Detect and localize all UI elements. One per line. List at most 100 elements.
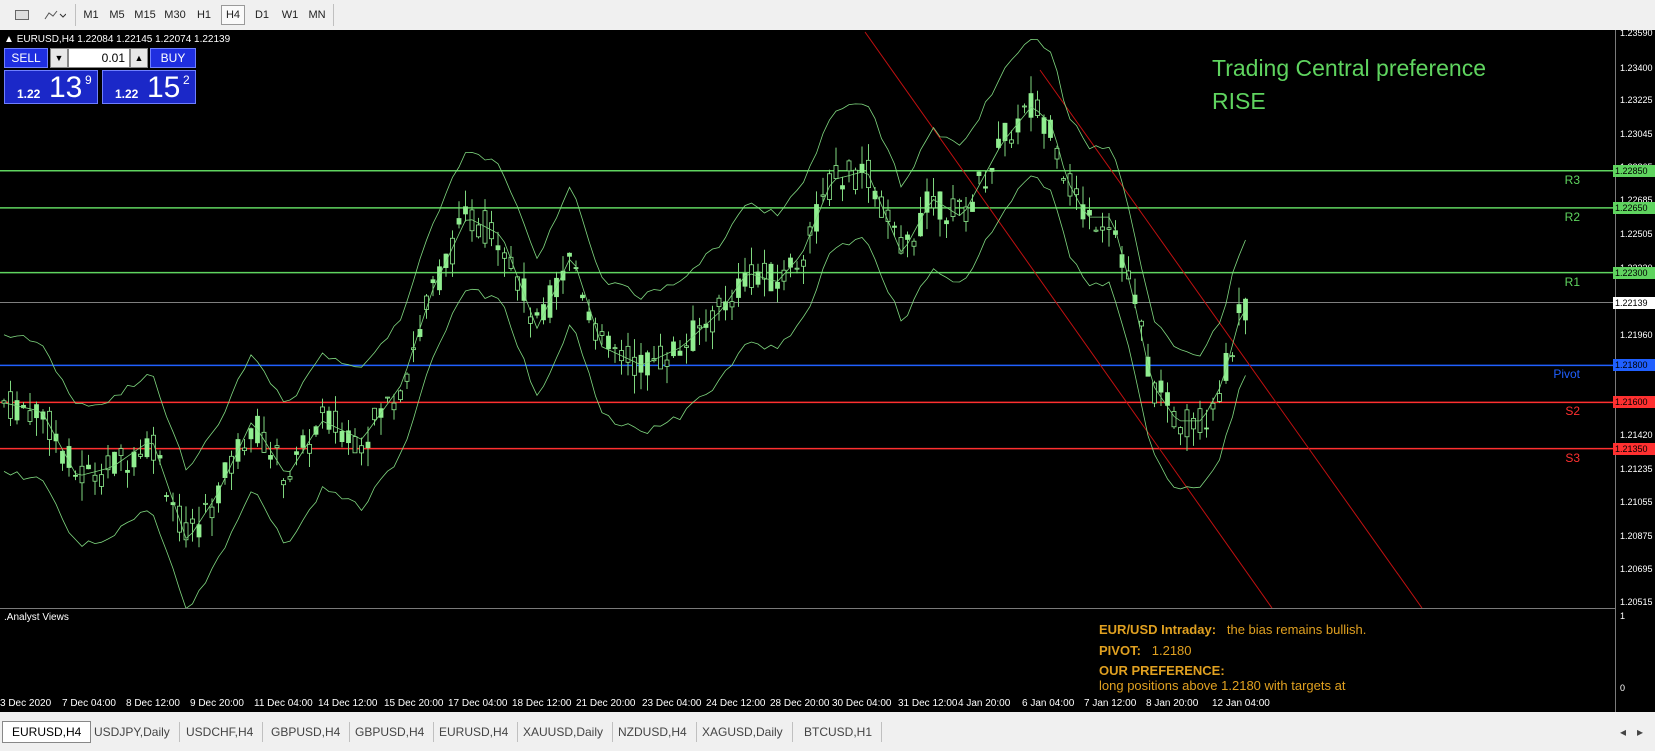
preference-line: OUR PREFERENCE: (1099, 663, 1225, 678)
candle-body (697, 325, 702, 329)
candle-body (385, 396, 390, 399)
one-click-trading-panel: SELL ▼ ▲ BUY 1.22 13 9 1.22 15 2 (4, 48, 196, 104)
collapse-icon[interactable]: ▲ (4, 34, 14, 45)
headline-line-1: Trading Central preference (1212, 55, 1487, 81)
candle-body (632, 356, 637, 376)
candle-body (996, 138, 1001, 148)
price-axis-label: 1.20875 (1620, 530, 1653, 541)
level-name-r3: R3 (1564, 172, 1580, 187)
candle-body (612, 347, 618, 350)
buy-price-box[interactable]: 1.22 15 2 (102, 70, 196, 104)
price-axis-label: 1.23400 (1620, 62, 1653, 73)
candle-body (1236, 304, 1242, 314)
analyst-views-panel: .Analyst Views 1 0 EUR/USD Intraday: the… (0, 608, 1625, 703)
time-axis-label: 17 Dec 04:00 (448, 698, 508, 709)
candle-body (430, 279, 436, 284)
candle-body (359, 445, 364, 454)
price-chart[interactable]: ▲ EURUSD,H4 1.22084 1.22145 1.22074 1.22… (0, 30, 1655, 712)
candle-body (73, 474, 78, 477)
toolbar-separator (333, 4, 334, 26)
candle-body (716, 297, 722, 308)
sell-button[interactable]: SELL (4, 48, 48, 68)
candle-body (1217, 393, 1222, 402)
chart-tab[interactable]: EURUSD,H4 (2, 721, 92, 743)
time-axis-label: 9 Dec 20:00 (190, 698, 244, 709)
intraday-text: the bias remains bullish. (1226, 622, 1367, 637)
candle-body (112, 451, 117, 474)
candle-body (1022, 105, 1027, 108)
level-name-r2: R2 (1564, 209, 1580, 224)
level-price-tag: 1.21800 (1613, 359, 1655, 372)
candle-body (664, 359, 670, 367)
symbol-ohlc: EURUSD,H4 1.22084 1.22145 1.22074 1.2213… (16, 34, 231, 45)
timeframe-h1[interactable]: H1 (193, 5, 215, 25)
time-axis-label: 18 Dec 12:00 (512, 698, 572, 709)
chart-tab[interactable]: USDJPY,Daily (85, 722, 180, 742)
chart-tab[interactable]: USDCHF,H4 (177, 722, 264, 742)
chart-tab[interactable]: BTCUSD,H1 (795, 722, 883, 742)
chart-tab[interactable]: XAGUSD,Daily (693, 722, 793, 742)
level-price-tag: 1.21350 (1613, 442, 1655, 455)
preference-detail: long positions above 1.2180 with targets… (1099, 678, 1346, 693)
timeframe-mn[interactable]: MN (305, 5, 329, 25)
candle-body (502, 252, 507, 259)
candle-body (209, 506, 215, 519)
candle-body (677, 350, 683, 356)
candle-body (339, 430, 345, 443)
time-axis-label: 8 Dec 12:00 (126, 698, 180, 709)
chart-tab[interactable]: GBPUSD,H4 (262, 722, 351, 742)
chart-tab[interactable]: XAUUSD,Daily (514, 722, 614, 742)
tabs-scroll-left-icon[interactable]: ◂ (1620, 722, 1626, 742)
candle-body (1100, 226, 1105, 231)
time-axis-label: 31 Dec 12:00 (898, 698, 958, 709)
candle-body (1230, 355, 1235, 358)
drawing-tools-icon[interactable] (40, 5, 70, 25)
candle-body (1054, 147, 1060, 160)
level-name-s2: S2 (1565, 404, 1580, 419)
candle-body (1106, 227, 1112, 230)
trend-line-upper (864, 31, 1273, 608)
candle-body (60, 450, 65, 464)
candle-body (463, 206, 468, 215)
price-axis-label: 1.20515 (1620, 597, 1653, 608)
candle-body (1243, 298, 1248, 321)
chart-tab[interactable]: NZDUSD,H4 (609, 722, 697, 742)
chart-tab[interactable]: EURUSD,H4 (430, 722, 519, 742)
candle-body (645, 352, 650, 376)
candle-body (1119, 254, 1125, 268)
time-axis-label: 8 Jan 20:00 (1146, 698, 1199, 709)
timeframe-m15[interactable]: M15 (132, 5, 158, 25)
candle-body (1074, 188, 1079, 196)
sell-price-box[interactable]: 1.22 13 9 (4, 70, 98, 104)
indicator-axis-bottom: 0 (1620, 683, 1626, 693)
timeframe-m5[interactable]: M5 (106, 5, 128, 25)
sell-price-prefix: 1.22 (17, 87, 41, 101)
price-axis-label: 1.20695 (1620, 564, 1653, 575)
trading-central-headline: Trading Central preference RISE (1212, 52, 1486, 118)
time-axis-label: 7 Dec 04:00 (62, 698, 116, 709)
chart-window-icon[interactable] (10, 5, 34, 25)
indicator-title: .Analyst Views (4, 612, 69, 623)
candle-body (684, 345, 689, 348)
candle-body (983, 186, 988, 189)
candle-body (970, 201, 975, 212)
tabs-scroll-right-icon[interactable]: ▸ (1637, 722, 1643, 742)
candle-body (333, 410, 338, 433)
timeframe-d1[interactable]: D1 (251, 5, 273, 25)
candle-body (352, 436, 358, 454)
lot-increase-button[interactable]: ▲ (130, 48, 148, 68)
price-axis-label: 1.21420 (1620, 429, 1653, 440)
candle-body (859, 163, 865, 173)
buy-button[interactable]: BUY (150, 48, 196, 68)
lot-size-input[interactable] (68, 48, 130, 68)
chart-toolbar: M1 M5 M15 M30 H1 H4 D1 W1 MN (0, 0, 1655, 31)
candle-body (131, 451, 137, 468)
lot-decrease-button[interactable]: ▼ (50, 48, 68, 68)
candle-body (736, 278, 741, 298)
chart-tab[interactable]: GBPUSD,H4 (346, 722, 435, 742)
candle-body (196, 524, 202, 538)
timeframe-w1[interactable]: W1 (279, 5, 301, 25)
timeframe-m30[interactable]: M30 (162, 5, 188, 25)
timeframe-h4[interactable]: H4 (221, 5, 245, 25)
timeframe-m1[interactable]: M1 (80, 5, 102, 25)
